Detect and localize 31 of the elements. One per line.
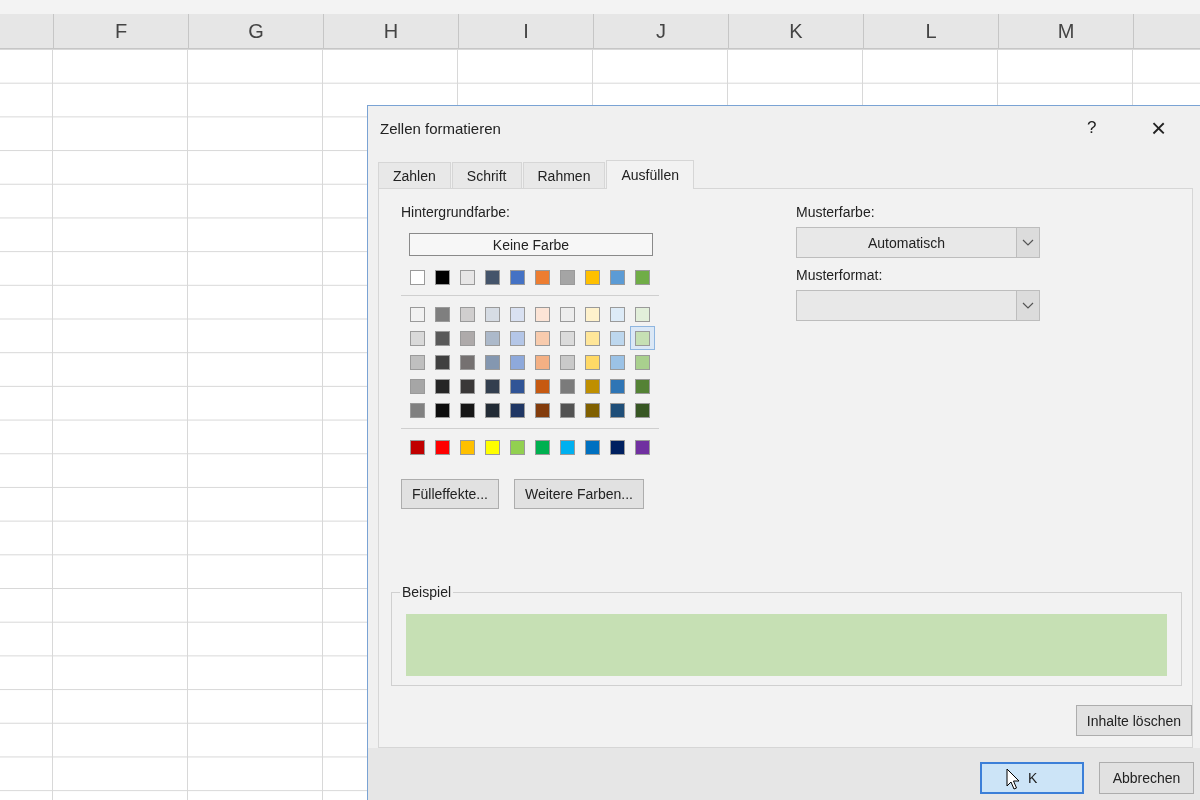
column-header[interactable]: J (594, 14, 729, 48)
dialog-button[interactable]: Fülleffekte... (401, 479, 499, 509)
column-header[interactable]: I (459, 14, 594, 48)
group-label: Beispiel (400, 584, 454, 600)
column-header[interactable]: G (189, 14, 324, 48)
no-color-button[interactable]: Keine Farbe (409, 233, 653, 256)
tab[interactable]: Schrift (451, 162, 522, 188)
dialog-title: Zellen formatieren (380, 119, 502, 137)
field-label: Musterfarbe: (796, 204, 875, 220)
dropdown-caret-icon[interactable] (1016, 291, 1039, 320)
clear-button[interactable]: Inhalte löschen (1075, 705, 1192, 736)
field-label: Hintergrundfarbe: (401, 204, 510, 220)
pattern-color-dropdown[interactable]: Automatisch (796, 227, 1040, 258)
dialog-button[interactable]: K (980, 762, 1084, 794)
column-header[interactable]: M (999, 14, 1134, 48)
tab[interactable]: Zahlen (378, 162, 451, 188)
tab[interactable]: Ausfüllen (606, 160, 694, 189)
mouse-cursor-icon (1006, 768, 1020, 790)
column-header[interactable]: H (324, 14, 459, 48)
pattern-style-dropdown[interactable] (796, 290, 1040, 321)
close-button[interactable]: × (1151, 112, 1200, 144)
dropdown-caret-icon[interactable] (1016, 228, 1039, 257)
column-header[interactable]: L (864, 14, 999, 48)
field-label: Musterformat: (796, 267, 883, 283)
help-button[interactable]: ? (1087, 118, 1151, 138)
column-header[interactable]: K (729, 14, 864, 48)
tab[interactable]: Rahmen (522, 162, 606, 188)
color-swatch[interactable] (630, 326, 655, 350)
dialog-button[interactable]: Abbrechen (1099, 762, 1194, 794)
dialog-button[interactable]: Weitere Farben... (514, 479, 644, 509)
column-header[interactable]: F (54, 14, 189, 48)
